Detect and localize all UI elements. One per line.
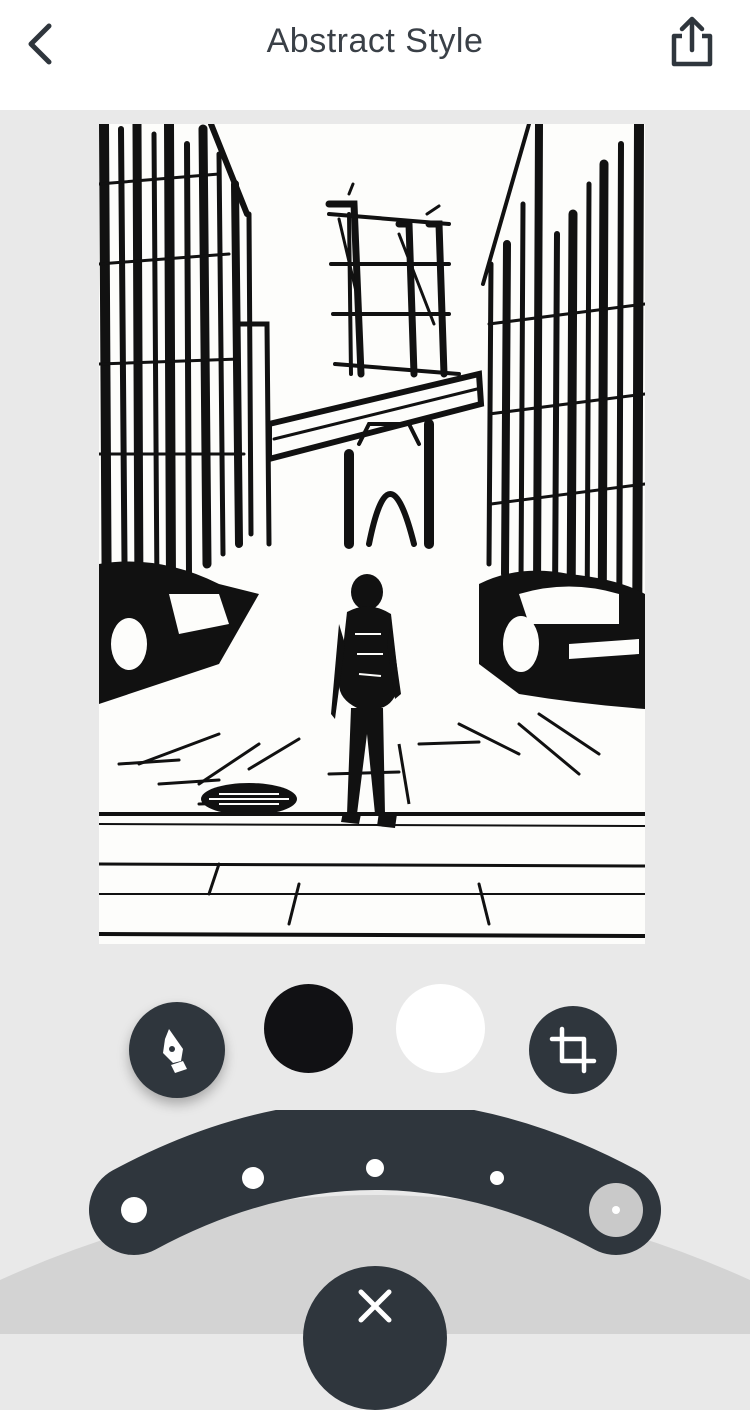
slider-thumb-dot [612,1206,620,1214]
slider-stop-4 [490,1171,504,1185]
color-swatch-black[interactable] [264,984,353,1073]
color-swatch-white[interactable] [396,984,485,1073]
intensity-slider[interactable] [0,1110,750,1280]
crop-button[interactable] [529,1006,617,1094]
page-title: Abstract Style [266,22,484,60]
share-icon [671,16,713,67]
slider-stop-2 [242,1167,264,1189]
slider-stop-3 [366,1159,384,1177]
close-icon [358,1289,392,1323]
header-curve [0,88,750,102]
share-button[interactable] [664,14,720,70]
slider-stop-1 [121,1197,147,1223]
artwork-image [99,124,645,944]
sketch-illustration [99,124,645,944]
crop-icon [549,1026,597,1074]
pen-nib-icon [163,1029,187,1073]
pen-tool-button[interactable] [129,1002,225,1098]
